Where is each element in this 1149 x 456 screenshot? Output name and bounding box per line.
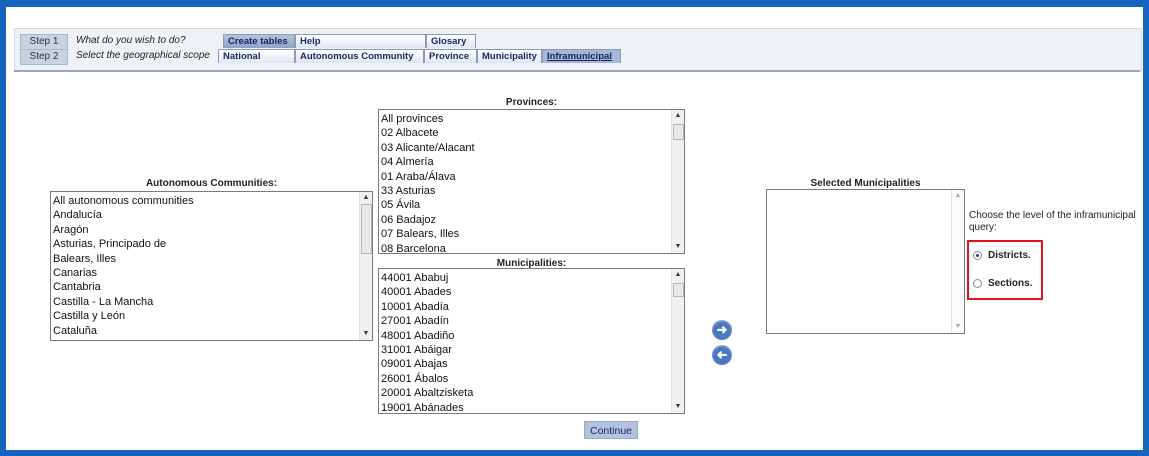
list-item[interactable]: 06 Badajoz	[381, 213, 668, 227]
list-item[interactable]: 03 Alicante/Alacant	[381, 141, 668, 155]
selected-municipalities-list[interactable]: ▲ ▼	[766, 189, 965, 334]
continue-button[interactable]: Continue	[584, 421, 638, 439]
scroll-thumb[interactable]	[361, 204, 372, 254]
add-arrow-icon[interactable]: ➜	[712, 320, 732, 340]
list-item[interactable]: Castilla - La Mancha	[53, 295, 356, 309]
list-item[interactable]: Castilla y León	[53, 309, 356, 323]
step2-label: Step 2	[20, 49, 68, 65]
step2-question: Select the geographical scope	[76, 50, 210, 61]
radio-sections-label: Sections.	[988, 278, 1033, 289]
scroll-thumb[interactable]	[673, 283, 684, 297]
list-item[interactable]: 02 Albacete	[381, 126, 668, 140]
list-item[interactable]: Cantabria	[53, 280, 356, 294]
scroll-down-icon[interactable]: ▼	[672, 242, 684, 252]
list-item[interactable]: Asturias, Principado de	[53, 237, 356, 251]
tab-create-tables[interactable]: Create tables	[223, 34, 295, 48]
list-item[interactable]: 07 Balears, Illes	[381, 227, 668, 241]
radio-districts-label: Districts.	[988, 250, 1031, 261]
inframunicipal-level-prompt: Choose the level of the inframunicipal q…	[969, 210, 1136, 233]
scroll-down-icon[interactable]: ▼	[672, 402, 684, 412]
list-item[interactable]: 40001 Abades	[381, 285, 668, 299]
scroll-up-icon[interactable]: ▲	[672, 270, 684, 280]
municipalities-items: 44001 Ababuj 40001 Abades 10001 Abadía 2…	[381, 271, 668, 413]
scroll-up-icon[interactable]: ▲	[360, 193, 372, 203]
list-item[interactable]: All autonomous communities	[53, 194, 356, 208]
list-item[interactable]: 09001 Abajas	[381, 357, 668, 371]
scroll-up-icon[interactable]: ▲	[672, 111, 684, 121]
tab-autonomous-community[interactable]: Autonomous Community	[295, 49, 424, 63]
list-item[interactable]: 27001 Abadín	[381, 314, 668, 328]
list-item[interactable]: 05 Ávila	[381, 198, 668, 212]
autonomous-communities-list[interactable]: All autonomous communities Andalucía Ara…	[50, 191, 373, 341]
provinces-list[interactable]: All provinces 02 Albacete 03 Alicante/Al…	[378, 109, 685, 254]
scroll-down-icon[interactable]: ▼	[360, 329, 372, 339]
highlight-box	[967, 240, 1043, 300]
tab-glosary[interactable]: Glosary	[426, 34, 476, 48]
autonomous-items: All autonomous communities Andalucía Ara…	[53, 194, 356, 338]
list-item[interactable]: All provinces	[381, 112, 668, 126]
radio-selected-icon[interactable]	[973, 251, 982, 260]
scrollbar[interactable]: ▲ ▼	[359, 192, 372, 340]
scroll-up-icon[interactable]: ▲	[952, 191, 964, 201]
provinces-items: All provinces 02 Albacete 03 Alicante/Al…	[381, 112, 668, 253]
autonomous-communities-label: Autonomous Communities:	[145, 178, 278, 189]
scroll-down-icon[interactable]: ▼	[952, 322, 964, 332]
step1-question: What do you wish to do?	[76, 35, 186, 46]
list-item[interactable]: 01 Araba/Álava	[381, 170, 668, 184]
list-item[interactable]: Cataluña	[53, 324, 356, 338]
scroll-thumb[interactable]	[673, 124, 684, 140]
selected-municipalities-label: Selected Municipalities	[810, 178, 921, 189]
radio-unselected-icon[interactable]	[973, 279, 982, 288]
list-item[interactable]: 08 Barcelona	[381, 242, 668, 253]
scrollbar[interactable]: ▲ ▼	[951, 190, 964, 333]
scrollbar[interactable]: ▲ ▼	[671, 110, 684, 253]
remove-arrow-icon[interactable]: ➜	[712, 345, 732, 365]
list-item[interactable]: Andalucía	[53, 208, 356, 222]
list-item[interactable]: 33 Asturias	[381, 184, 668, 198]
tab-national[interactable]: National	[218, 49, 295, 63]
tab-inframunicipal[interactable]: Inframunicipal	[542, 49, 621, 63]
list-item[interactable]: Balears, Illes	[53, 252, 356, 266]
tab-help[interactable]: Help	[295, 34, 426, 48]
list-item[interactable]: 48001 Abadiño	[381, 329, 668, 343]
scrollbar[interactable]: ▲ ▼	[671, 269, 684, 413]
municipalities-list[interactable]: 44001 Ababuj 40001 Abades 10001 Abadía 2…	[378, 268, 685, 414]
list-item[interactable]: 31001 Abáigar	[381, 343, 668, 357]
list-item[interactable]: 10001 Abadía	[381, 300, 668, 314]
list-item[interactable]: Canarias	[53, 266, 356, 280]
list-item[interactable]: 44001 Ababuj	[381, 271, 668, 285]
tab-municipality[interactable]: Municipality	[477, 49, 542, 63]
list-item[interactable]: 04 Almería	[381, 155, 668, 169]
provinces-label: Provinces:	[505, 97, 558, 108]
list-item[interactable]: 19001 Abánades	[381, 401, 668, 413]
list-item[interactable]: Aragón	[53, 223, 356, 237]
list-item[interactable]: 26001 Ábalos	[381, 372, 668, 386]
nav-divider	[14, 70, 1140, 72]
list-item[interactable]: 20001 Abaltzisketa	[381, 386, 668, 400]
step1-label: Step 1	[20, 34, 68, 50]
tab-province[interactable]: Province	[424, 49, 477, 63]
